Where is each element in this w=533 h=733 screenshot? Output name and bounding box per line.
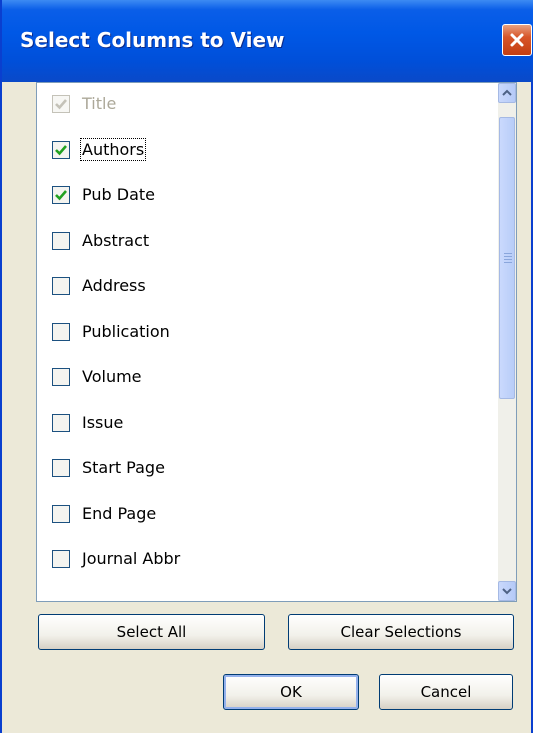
- column-checkbox[interactable]: [52, 413, 70, 432]
- close-icon: [510, 33, 524, 47]
- column-label: Journal Abbr: [82, 549, 181, 568]
- column-item[interactable]: Authors: [37, 132, 477, 168]
- check-icon: [55, 99, 67, 110]
- column-item[interactable]: Publication: [37, 314, 477, 350]
- column-label: Title: [82, 94, 117, 113]
- column-item[interactable]: Abstract: [37, 223, 477, 259]
- column-item[interactable]: Title: [37, 86, 477, 122]
- chevron-down-icon: [502, 588, 512, 595]
- column-label: Address: [82, 276, 146, 295]
- column-item[interactable]: Address: [37, 268, 477, 304]
- columns-list[interactable]: Title Authors Pub Date Abstract Address Publi…: [36, 82, 517, 602]
- column-checkbox[interactable]: [52, 231, 70, 250]
- column-label: Volume: [82, 367, 142, 386]
- column-label: Authors: [79, 137, 147, 161]
- column-label: End Page: [82, 503, 157, 523]
- scroll-down-button[interactable]: [498, 581, 516, 601]
- scroll-thumb[interactable]: [499, 117, 515, 399]
- column-checkbox[interactable]: [52, 459, 70, 477]
- column-checkbox[interactable]: [52, 186, 70, 204]
- column-checkbox[interactable]: [52, 550, 70, 568]
- column-label: Abstract: [82, 230, 150, 250]
- dialog-title: Select Columns to View: [20, 28, 285, 52]
- scroll-up-button[interactable]: [498, 83, 516, 103]
- column-label: Publication: [82, 321, 170, 341]
- column-item[interactable]: End Page: [37, 496, 477, 532]
- scroll-grip-line: [504, 256, 512, 257]
- scroll-grip-line: [504, 262, 512, 263]
- cancel-button[interactable]: Cancel: [379, 674, 513, 710]
- column-checkbox[interactable]: [52, 140, 70, 159]
- column-checkbox[interactable]: [52, 277, 70, 295]
- column-checkbox: [52, 95, 70, 113]
- column-item[interactable]: Start Page: [37, 450, 477, 486]
- column-checkbox[interactable]: [52, 322, 70, 341]
- select-all-button[interactable]: Select All: [38, 614, 265, 650]
- close-button[interactable]: [502, 24, 532, 56]
- chevron-up-icon: [502, 89, 512, 96]
- column-checkbox[interactable]: [52, 368, 70, 386]
- column-label: Start Page: [82, 458, 165, 477]
- vertical-scrollbar[interactable]: [498, 83, 516, 601]
- clear-selections-button[interactable]: Clear Selections: [288, 614, 514, 650]
- column-item[interactable]: Journal Abbr: [37, 541, 477, 577]
- scroll-grip-line: [504, 259, 512, 260]
- column-label: Issue: [82, 412, 124, 432]
- scroll-grip-line: [504, 253, 512, 254]
- title-bar[interactable]: Select Columns to View: [2, 0, 533, 82]
- column-item[interactable]: Pub Date: [37, 177, 477, 213]
- column-item[interactable]: Volume: [37, 359, 477, 395]
- column-item[interactable]: Issue: [37, 405, 477, 441]
- ok-button[interactable]: OK: [223, 674, 359, 710]
- dialog-window: Select Columns to View Title Authors Pub D…: [0, 0, 533, 733]
- check-icon: [55, 190, 67, 201]
- column-checkbox[interactable]: [52, 504, 70, 523]
- check-icon: [55, 144, 67, 155]
- column-label: Pub Date: [82, 185, 155, 204]
